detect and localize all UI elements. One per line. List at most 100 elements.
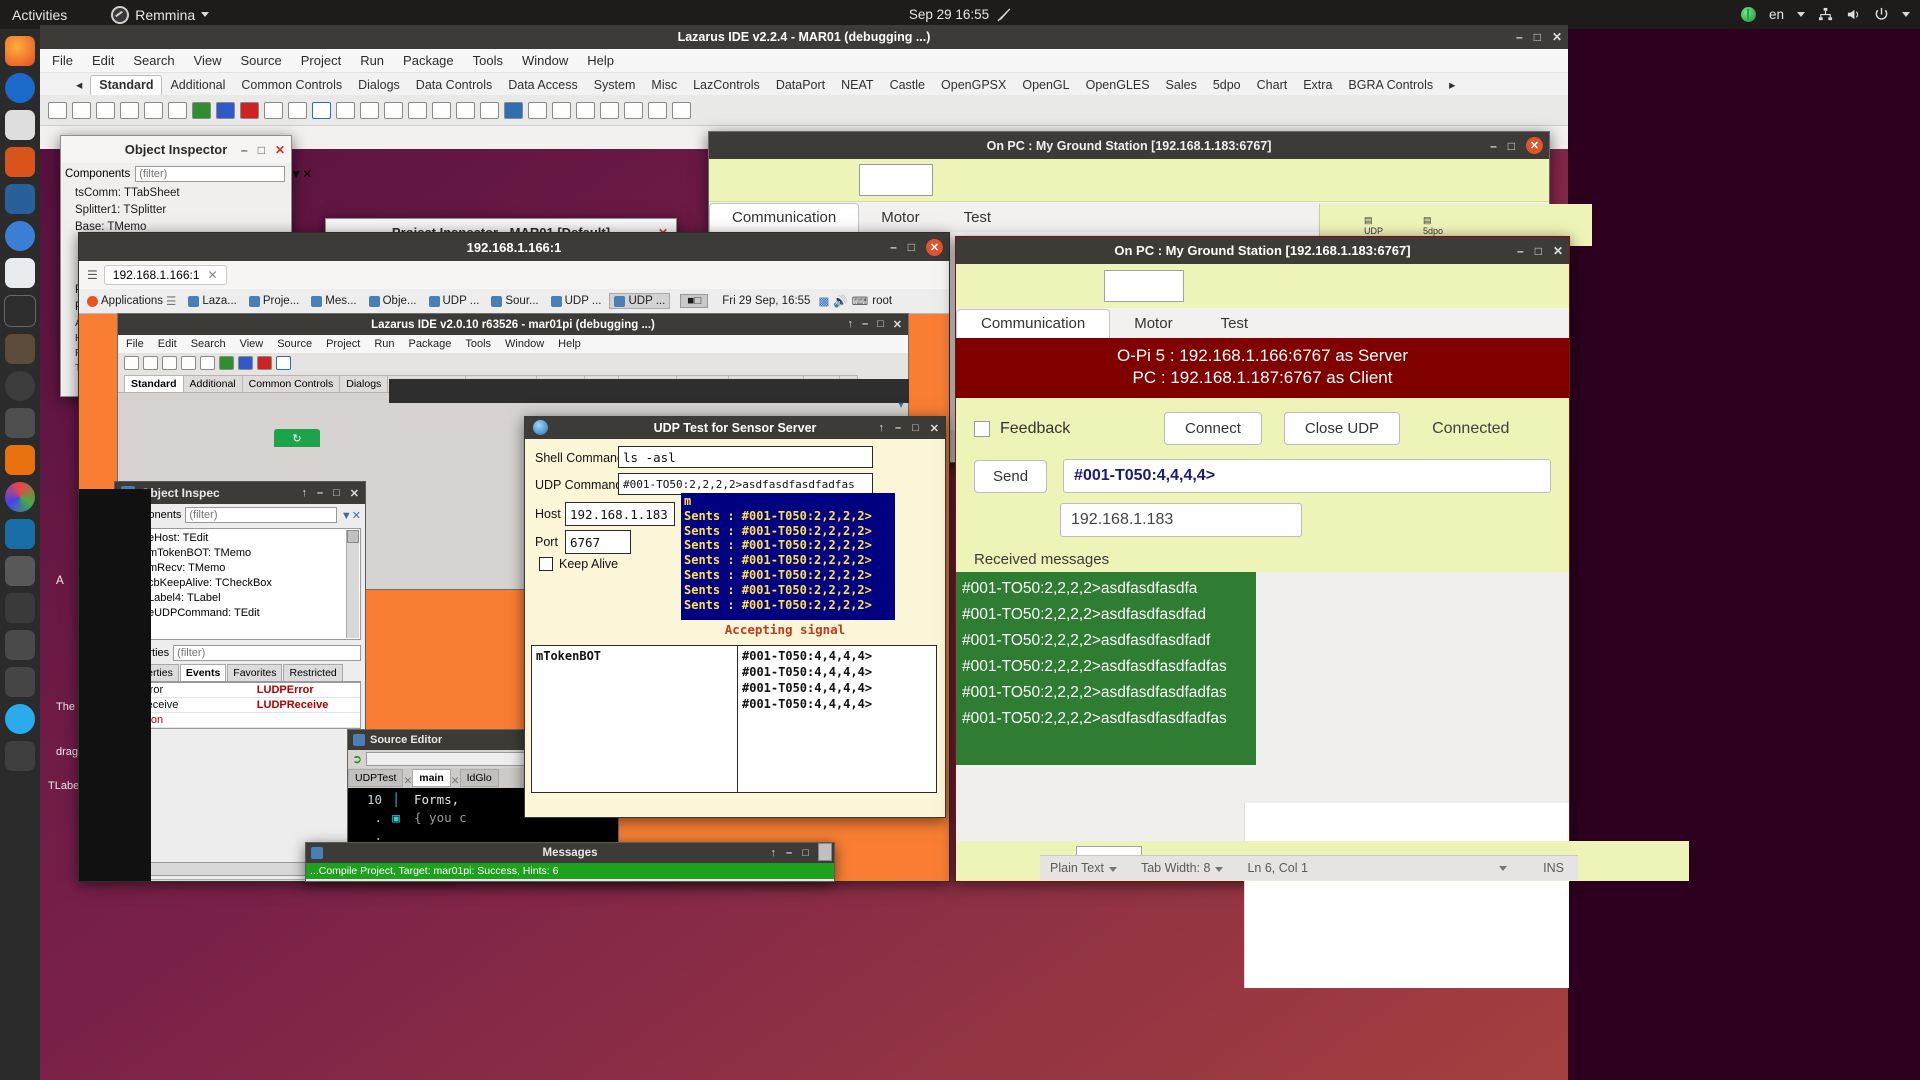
dock-icon-terminal[interactable] [4, 295, 36, 327]
maximize-icon[interactable]: □ [877, 318, 884, 331]
udp-toolbar-icon[interactable]: ▤ UDP [1364, 215, 1383, 236]
event-row[interactable]: OnReceive LUDPReceive [120, 698, 360, 713]
statusbar-tab-width[interactable]: Tab Width: 8 [1141, 861, 1224, 875]
new-file-icon[interactable] [124, 356, 139, 370]
tab-communication-back[interactable]: Communication [709, 203, 860, 232]
open-file-icon[interactable] [143, 356, 158, 370]
pause-icon[interactable] [238, 356, 253, 370]
palette-tab-opengl[interactable]: OpenGL [1014, 76, 1077, 95]
remote-object-inspector-titlebar[interactable]: Object Inspec ↑ – □ ✕ [115, 482, 365, 504]
menu-window[interactable]: Window [522, 53, 568, 68]
remmina-session-tab[interactable]: 192.168.1.166:1 ✕ [103, 265, 227, 285]
host-input[interactable] [565, 502, 675, 526]
remote-oi-tabs[interactable]: Properties Events Favorites Restricted [119, 664, 361, 682]
new-file-icon[interactable] [48, 101, 67, 119]
close-icon[interactable]: ✕ [930, 422, 939, 435]
dock-icon-lazarus[interactable] [5, 408, 35, 438]
menu-view[interactable]: View [194, 53, 222, 68]
palette-tab-common-controls[interactable]: Common Controls [241, 375, 341, 392]
palette-tab-standard[interactable]: Standard [90, 75, 163, 95]
tpanel-icon[interactable] [672, 101, 691, 119]
remote-task-udp-3[interactable]: UDP ... [609, 293, 671, 309]
minimize-icon[interactable]: – [1517, 244, 1524, 258]
palette-tab-neat[interactable]: NEAT [833, 76, 881, 95]
tlabel-icon[interactable] [432, 101, 451, 119]
chevron-down-icon[interactable] [1108, 867, 1117, 872]
dock-icon-firefox[interactable] [5, 36, 35, 66]
maximize-icon[interactable]: □ [1535, 244, 1542, 258]
close-icon[interactable]: ✕ [893, 318, 902, 331]
source-tab-main[interactable]: main [412, 769, 451, 787]
tab-motor-back[interactable]: Motor [859, 204, 941, 232]
power-icon[interactable] [1874, 7, 1889, 22]
palette-tab-misc[interactable]: Misc [643, 76, 685, 95]
port-input[interactable] [565, 530, 631, 554]
dock-icon-help[interactable] [5, 221, 35, 251]
minimize-icon[interactable]: – [317, 487, 323, 500]
remmina-tabstrip[interactable]: ☰ 192.168.1.166:1 ✕ [79, 261, 949, 290]
lazarus-component-palette-tabs[interactable]: ◂ Standard Additional Common Controls Di… [40, 73, 1568, 95]
messages-titlebar[interactable]: Messages ↑ – □ ✕ [306, 843, 834, 863]
window-controls-back[interactable]: – □ ✕ [1490, 132, 1543, 159]
udp-command-input[interactable] [618, 473, 873, 495]
statusbar-highlighter[interactable]: Plain Text [1050, 861, 1117, 875]
components-filter-input[interactable] [185, 507, 337, 523]
toggle-form-unit-icon[interactable] [200, 356, 215, 370]
event-row[interactable]: OnErrorLUDPError [120, 683, 360, 698]
dock-icon-vlc[interactable] [5, 445, 35, 475]
tframe-icon[interactable] [336, 101, 355, 119]
token-bot-memo[interactable]: mTokenBOT [531, 645, 739, 793]
maximize-icon[interactable]: □ [908, 240, 915, 254]
tree-item[interactable]: tsComm: TTabSheet [75, 185, 291, 202]
host-address-input[interactable] [1060, 503, 1302, 537]
ground-station-titlebar-back[interactable]: On PC : My Ground Station [192.168.1.183… [709, 132, 1549, 159]
menu-tools[interactable]: Tools [473, 53, 503, 68]
close-icon[interactable]: ✕ [208, 268, 218, 282]
tcombobox-icon[interactable] [600, 101, 619, 119]
palette-tab-chart[interactable]: Chart [1249, 76, 1296, 95]
palette-tab-sales[interactable]: Sales [1158, 76, 1205, 95]
close-icon[interactable]: ✕ [926, 238, 943, 256]
palette-tab-common-controls[interactable]: Common Controls [233, 76, 350, 95]
palette-tab-dialogs[interactable]: Dialogs [350, 76, 408, 95]
close-icon[interactable]: ✕ [1552, 30, 1562, 44]
rollup-icon[interactable]: ↑ [302, 487, 308, 500]
maximize-icon[interactable]: □ [258, 143, 265, 157]
object-inspector-filter-row-back[interactable]: Components ▼✕ [61, 163, 312, 185]
lazarus-window-controls[interactable]: – □ ✕ [1516, 25, 1562, 49]
palette-tab-opengles[interactable]: OpenGLES [1078, 76, 1158, 95]
view-units-icon[interactable] [168, 101, 187, 119]
tab-test[interactable]: Test [1197, 310, 1273, 338]
menu-run[interactable]: Run [360, 53, 384, 68]
checkbox-box-icon[interactable] [539, 557, 553, 571]
remote-task-object-inspector[interactable]: Obje... [365, 294, 421, 308]
run-arrow-icon[interactable]: ➲ [352, 752, 362, 766]
lazarus-statusbar[interactable]: Plain Text Tab Width: 8 Ln 6, Col 1 INS [1040, 855, 1578, 880]
tcheckbox-icon[interactable] [528, 101, 547, 119]
menu-tools[interactable]: Tools [465, 338, 491, 350]
ground-station-titlebar[interactable]: On PC : My Ground Station [192.168.1.183… [956, 237, 1569, 264]
remote-lazarus-menubar[interactable]: File Edit Search View Source Project Run… [118, 335, 908, 353]
palette-tab-bgra-controls[interactable]: BGRA Controls [1340, 76, 1441, 95]
properties-filter-input[interactable] [173, 645, 361, 661]
step-into-icon[interactable] [288, 101, 307, 119]
dock-icon-thunderbird[interactable] [5, 73, 35, 103]
udp-dialog-titlebar[interactable]: UDP Test for Sensor Server ↑ – □ ✕ [525, 417, 945, 439]
palette-tab-opengpsx[interactable]: OpenGPSX [933, 76, 1014, 95]
palette-tab-data-access[interactable]: Data Access [500, 76, 585, 95]
minimize-icon[interactable]: – [890, 240, 897, 254]
open-file-icon[interactable] [72, 101, 91, 119]
remmina-menu-icon[interactable]: ☰ [87, 268, 98, 282]
pause-icon[interactable] [216, 101, 235, 119]
palette-tab-extra[interactable]: Extra [1295, 76, 1340, 95]
tab-restricted[interactable]: Restricted [283, 664, 343, 681]
save-all-icon[interactable] [120, 101, 139, 119]
dock-icon-telegram[interactable] [5, 704, 35, 734]
remote-task-udp-2[interactable]: UDP ... [547, 294, 606, 308]
dock-icon-vscode[interactable] [5, 519, 35, 549]
network-icon[interactable] [1818, 7, 1833, 22]
udp-test-dialog[interactable]: UDP Test for Sensor Server ↑ – □ ✕ Shell… [524, 416, 946, 818]
palette-scroll-left-icon[interactable]: ◂ [68, 75, 90, 95]
menu-edit[interactable]: Edit [92, 53, 114, 68]
fold-marker[interactable]: ▣ [388, 810, 404, 825]
